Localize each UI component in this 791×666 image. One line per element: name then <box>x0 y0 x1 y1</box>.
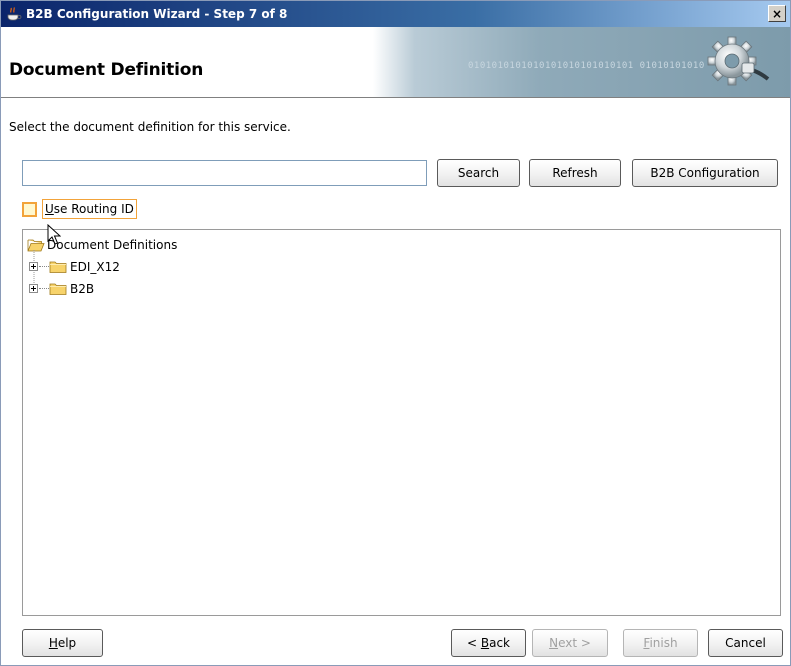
checkbox-box[interactable] <box>22 202 37 217</box>
java-cup-icon <box>6 6 22 22</box>
tree-node-label: B2B <box>70 282 95 296</box>
help-button-label: elp <box>57 636 77 650</box>
page-title: Document Definition <box>9 60 204 80</box>
tree-guide-line <box>33 250 35 292</box>
cancel-button[interactable]: Cancel <box>708 629 783 657</box>
search-input[interactable] <box>22 160 427 186</box>
use-routing-id-label-rest: se Routing ID <box>53 202 134 216</box>
back-button[interactable]: < Back <box>451 629 526 657</box>
next-button-label: ext > <box>558 636 591 650</box>
close-icon: × <box>771 7 783 21</box>
title-bar[interactable]: B2B Configuration Wizard - Step 7 of 8 × <box>1 1 790 27</box>
folder-icon <box>49 282 67 300</box>
gear-plug-icon <box>702 33 772 96</box>
mnemonic-u: U <box>45 202 54 216</box>
window-title: B2B Configuration Wizard - Step 7 of 8 <box>26 7 288 21</box>
mnemonic-h: H <box>48 636 58 650</box>
mnemonic-b: B <box>480 636 490 650</box>
help-button[interactable]: Help <box>22 629 103 657</box>
expand-icon[interactable] <box>29 262 38 271</box>
next-button[interactable]: Next > <box>532 629 608 657</box>
b2b-configuration-button[interactable]: B2B Configuration <box>632 159 778 187</box>
tree-connector <box>39 288 49 289</box>
tree-root-label: Document Definitions <box>47 238 178 252</box>
use-routing-id-label[interactable]: Use Routing ID <box>42 199 137 219</box>
header-banner: 0101010101010101010101010101 01010101010 <box>373 27 790 97</box>
finish-button[interactable]: Finish <box>623 629 698 657</box>
folder-icon <box>49 260 67 278</box>
back-button-label: ack <box>489 636 510 650</box>
tree-node-label: EDI_X12 <box>70 260 120 274</box>
wizard-header: Document Definition 01010101010101010101… <box>1 27 790 98</box>
back-button-prefix: < <box>466 636 481 650</box>
mnemonic-n: N <box>549 636 559 650</box>
wizard-content: Select the document definition for this … <box>1 98 790 665</box>
open-folder-icon <box>27 238 45 257</box>
wizard-window: B2B Configuration Wizard - Step 7 of 8 ×… <box>0 0 791 666</box>
search-button[interactable]: Search <box>437 159 520 187</box>
close-button[interactable]: × <box>768 5 786 22</box>
tree-connector <box>39 266 49 267</box>
finish-button-label: inish <box>649 636 678 650</box>
expand-icon[interactable] <box>29 284 38 293</box>
banner-binary-text: 0101010101010101010101010101 01010101010 <box>468 61 705 71</box>
document-definitions-tree[interactable]: Document Definitions EDI_X12 B2B <box>22 229 781 616</box>
instruction-text: Select the document definition for this … <box>9 120 291 134</box>
refresh-button[interactable]: Refresh <box>529 159 621 187</box>
mouse-cursor-icon <box>47 223 62 249</box>
